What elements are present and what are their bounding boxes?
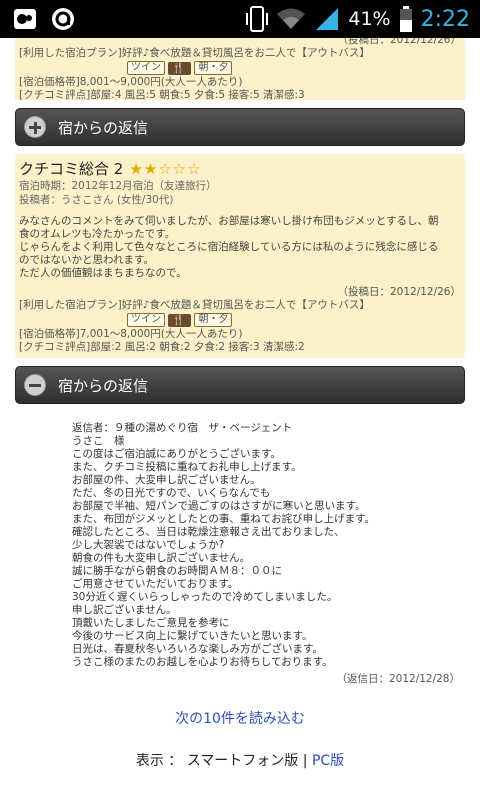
review-body-line: 食のオムレツも冷たかったです。 (19, 228, 176, 240)
reply-line: うさこ 様 (72, 435, 125, 447)
vibrate-icon (246, 6, 269, 32)
review-scores: [クチコミ評点]部屋:2 風呂:2 朝食:2 夕食:2 接客:3 清潔感:2 (19, 341, 305, 353)
pc-version-link[interactable]: PC版 (312, 753, 344, 769)
review-body: みなさんのコメントをみて伺いましたが、お部屋は寒いし掛け布団もジメッとするし、朝… (19, 215, 461, 280)
room-type-tag: ツイン (127, 313, 165, 327)
signal-icon (316, 8, 339, 30)
reply-line: ご用意させていただいております。 (72, 578, 239, 590)
review-plan: [利用した宿泊プラン]好評♪食べ放題＆貸切風呂をお二人で【アウトバス】 (19, 299, 370, 311)
battery-icon (399, 6, 412, 32)
hotel-reply-body: 返信者：９種の湯めぐり宿 ザ・ベージェント うさこ 様 この度はご宿泊誠にありが… (72, 422, 450, 669)
page-content: （投稿日：2012/12/26） [利用した宿泊プラン]好評♪食べ放題＆貸切風呂… (0, 38, 480, 800)
empty-star-icon: ☆☆☆ (158, 159, 202, 178)
reply-toggle-2[interactable]: 宿からの返信 (15, 366, 465, 404)
load-more-link[interactable]: 次の10件を読み込む (0, 708, 480, 728)
reply-line: ただ、冬の日光ですので、いくらなんでも (72, 487, 271, 499)
meal-tag: 朝・夕 (194, 61, 233, 75)
reply-line: 確認したところ、当日は乾燥注意報さえ出ておりました、 (72, 526, 345, 538)
filled-star-icon: ★★ (129, 159, 159, 178)
stay-period: 宿泊時期：2012年12月宿泊（友達旅行） (19, 180, 217, 192)
reply-line: 朝食の件も大変申し訳ございません。 (72, 552, 251, 564)
at-sign-icon (52, 8, 74, 30)
review-card-1: （投稿日：2012/12/26） [利用した宿泊プラン]好評♪食べ放題＆貸切風呂… (15, 38, 465, 101)
reply-line: この度はご宿泊誠にありがとうございます。 (72, 448, 281, 460)
expand-plus-icon (24, 116, 46, 138)
review-body-line: みなさんのコメントをみて伺いましたが、お部屋は寒いし掛け布団もジメッとするし、朝 (19, 215, 439, 227)
review-rating-title: クチコミ総合 2 (19, 160, 124, 178)
wifi-icon (277, 8, 306, 29)
reply-line: 30分近く遅くいらっしゃったので冷めてしまいました。 (72, 591, 338, 603)
review-scores: [クチコミ評点]部屋:4 風呂:5 朝食:5 夕食:5 接客:5 清潔感:3 (19, 89, 305, 101)
reply-line: 申し訳ございません。 (72, 604, 177, 616)
clock: 2:22 (420, 6, 470, 32)
reply-line: また、クチコミ投稿に重ねてお礼申し上げます。 (72, 461, 302, 473)
reply-line: お部屋で半袖、短パンで過ごすのはさすがに寒いと思います。 (72, 500, 366, 512)
footer-view-switch: 表示 ： スマートフォン版 | PC版 (0, 750, 480, 770)
review-header: クチコミ総合 2 ★★☆☆☆ (19, 158, 461, 179)
reply-line: うさこ様のまたのお越しを心よりお待ちしております。 (72, 656, 333, 668)
review-tags: ツイン 🍴 朝・夕 (127, 313, 461, 327)
meal-tag: 朝・夕 (194, 313, 233, 327)
reply-line: また、布団がジメッとしたとの事、重ねてお詫び申し上げます。 (72, 513, 376, 525)
reply-toggle-1[interactable]: 宿からの返信 (15, 108, 465, 146)
reply-date: （返信日：2012/12/28） (336, 673, 460, 685)
reply-line: お部屋の件、大変申し訳ございません。 (72, 474, 261, 486)
battery-percentage: 41% (348, 8, 391, 30)
review-body-line: ただ人の価値観はまちまちなので。 (19, 267, 187, 279)
reply-line: 少し大袈裟ではないでしょうか? (72, 539, 225, 551)
review-posted-date: （投稿日：2012/12/26） (337, 286, 461, 298)
review-body-line: じゃらんをよく利用して色々なところに宿泊経験している方には私のように残念に感じる (19, 241, 439, 253)
footer-prefix: 表示 ： スマートフォン版 | (135, 753, 312, 769)
review-posted-date: （投稿日：2012/12/26） (337, 38, 461, 46)
app-notification-icon (14, 9, 36, 29)
reply-toggle-label: 宿からの返信 (58, 118, 149, 137)
status-bar: 41% 2:22 (0, 0, 480, 38)
reply-line: 頂戴いたしましたご意見を参考に (72, 617, 230, 629)
meal-icon: 🍴 (168, 313, 192, 327)
reply-line: 誠に勝手ながら朝食のお時間ＡＭ８：００に (72, 565, 282, 577)
review-tags: ツイン 🍴 朝・夕 (127, 61, 461, 75)
collapse-minus-icon (24, 374, 46, 396)
poster-info: 投稿者：うさこさん (女性/30代) (19, 194, 174, 206)
review-price: [宿泊価格帯]8,001～9,000円(大人一人あたり) (19, 76, 243, 88)
reply-toggle-label: 宿からの返信 (58, 376, 149, 395)
room-type-tag: ツイン (127, 61, 165, 75)
rating-stars: ★★☆☆☆ (129, 160, 201, 178)
review-plan: [利用した宿泊プラン]好評♪食べ放題＆貸切風呂をお二人で【アウトバス】 (19, 47, 370, 59)
meal-icon: 🍴 (168, 61, 192, 75)
review-card-2: クチコミ総合 2 ★★☆☆☆ 宿泊時期：2012年12月宿泊（友達旅行） 投稿者… (15, 154, 465, 358)
reply-line: 日光は、春夏秋冬いろいろな楽しみ方がございます。 (72, 643, 323, 655)
review-price: [宿泊価格帯]7,001～8,000円(大人一人あたり) (19, 328, 243, 340)
reply-line: 返信者：９種の湯めぐり宿 ザ・ベージェント (72, 422, 293, 434)
reply-line: 今後のサービス向上に繋げていきたいと思います。 (72, 630, 313, 642)
review-body-line: のではないかと思われます。 (19, 254, 154, 266)
